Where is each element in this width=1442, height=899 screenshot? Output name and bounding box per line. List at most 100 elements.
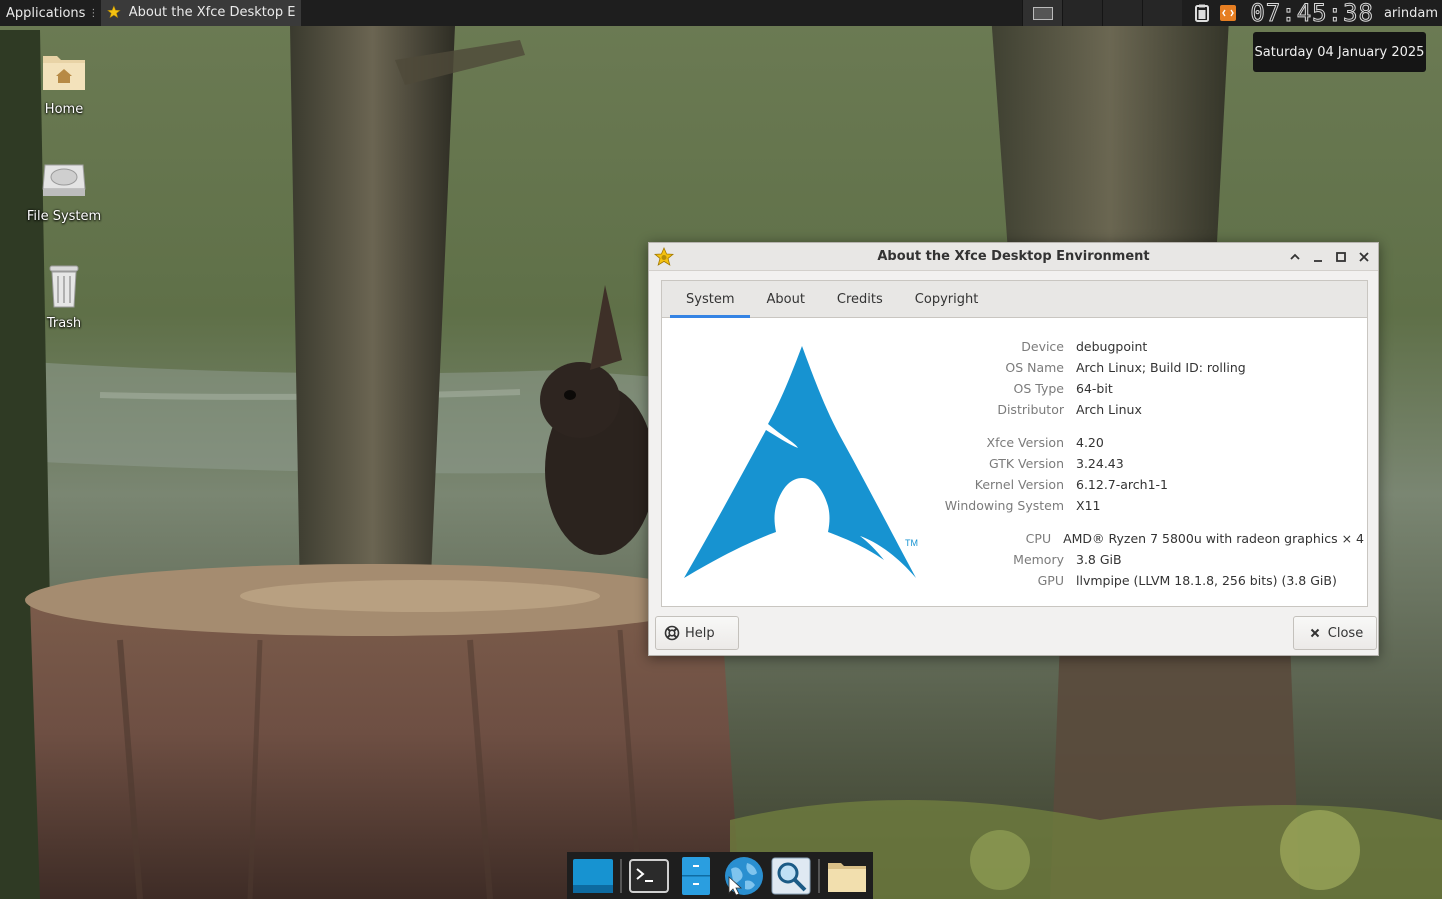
minimize-icon	[1313, 259, 1322, 262]
chevron-up-icon	[1289, 253, 1300, 260]
help-button-label: Help	[685, 625, 715, 641]
info-row-windowing-system: Windowing System X11	[944, 495, 1364, 516]
help-button[interactable]: Help	[655, 616, 739, 650]
about-xfce-dialog: About the Xfce Desktop Environment Syste…	[648, 242, 1379, 656]
applications-menu-button[interactable]: Applications ⋮	[0, 0, 101, 26]
close-icon	[1358, 251, 1369, 262]
info-row-gpu: GPU llvmpipe (LLVM 18.1.8, 256 bits) (3.…	[944, 570, 1364, 591]
info-row-distributor: Distributor Arch Linux	[944, 399, 1364, 420]
info-label: Memory	[1013, 552, 1064, 567]
lifebuoy-help-icon	[664, 625, 680, 641]
window-close-button[interactable]	[1355, 248, 1372, 265]
taskbar-window-title: About the Xfce Desktop Env...	[128, 4, 295, 20]
home-folder-icon	[43, 56, 85, 90]
info-value: debugpoint	[1076, 339, 1148, 354]
app-finder-icon	[771, 857, 811, 894]
dock-folder[interactable]	[826, 854, 869, 898]
info-label: CPU	[1025, 531, 1052, 546]
maximize-button[interactable]	[1332, 248, 1349, 265]
dialog-titlebar[interactable]: About the Xfce Desktop Environment	[649, 243, 1378, 271]
minimize-button[interactable]	[1309, 248, 1326, 265]
info-row-os-type: OS Type 64-bit	[944, 378, 1364, 399]
panel-handle-icon: ⋮	[88, 7, 99, 19]
star-icon	[107, 5, 121, 19]
shade-button[interactable]	[1286, 248, 1303, 265]
dock-app-finder[interactable]	[769, 854, 812, 898]
bottom-dock	[567, 852, 873, 899]
info-row-device: Device debugpoint	[944, 336, 1364, 357]
info-value: AMD® Ryzen 7 5800u with radeon graphics …	[1063, 531, 1364, 546]
info-value: 3.24.43	[1076, 456, 1124, 471]
info-row-xfce-version: Xfce Version 4.20	[944, 432, 1364, 453]
info-label: OS Type	[1013, 381, 1064, 396]
window-controls	[1286, 248, 1372, 265]
workspace-4[interactable]	[1142, 0, 1183, 26]
desktop-icon-label: Home	[44, 102, 84, 117]
close-button[interactable]: Close	[1293, 616, 1377, 650]
arch-linux-logo-icon: TM	[684, 346, 918, 578]
close-button-label: Close	[1327, 625, 1364, 641]
top-panel: Applications ⋮ About the Xfce Desktop En…	[0, 0, 1442, 27]
trademark-label: TM	[905, 538, 918, 548]
info-row-kernel-version: Kernel Version 6.12.7-arch1-1	[944, 474, 1364, 495]
desktop-icon-filesystem[interactable]: File System	[14, 155, 114, 224]
desktop-icon-trash[interactable]: Trash	[14, 262, 114, 331]
hard-drive-icon	[42, 164, 86, 196]
web-browser-icon	[724, 856, 763, 895]
info-row-os-name: OS Name Arch Linux; Build ID: rolling	[944, 357, 1364, 378]
info-value: Arch Linux; Build ID: rolling	[1076, 360, 1246, 375]
workspace-3[interactable]	[1102, 0, 1143, 26]
system-info-list: Device debugpoint OS Name Arch Linux; Bu…	[944, 336, 1364, 591]
desktop-icon-home[interactable]: Home	[14, 48, 114, 117]
dock-show-desktop[interactable]	[571, 854, 614, 898]
tab-credits[interactable]: Credits	[821, 281, 899, 317]
user-menu-button[interactable]: arindam	[1380, 6, 1442, 21]
workspace-window-thumbnail	[1032, 6, 1053, 20]
info-value: 3.8 GiB	[1076, 552, 1122, 567]
dock-web-browser[interactable]	[722, 854, 765, 898]
notification-icon[interactable]	[1218, 3, 1238, 23]
dialog-title: About the Xfce Desktop Environment	[877, 249, 1150, 264]
info-value: 6.12.7-arch1-1	[1076, 477, 1169, 492]
tab-system[interactable]: System	[670, 281, 751, 318]
info-value: llvmpipe (LLVM 18.1.8, 256 bits) (3.8 Gi…	[1076, 573, 1337, 588]
system-tray	[1182, 0, 1244, 26]
info-label: Device	[1021, 339, 1064, 354]
tab-about[interactable]: About	[750, 281, 820, 317]
clipboard-icon[interactable]	[1192, 3, 1212, 23]
dock-separator	[818, 858, 820, 893]
info-label: Windowing System	[944, 498, 1064, 513]
desktop-icon-label: File System	[26, 209, 102, 224]
about-notebook: System About Credits Copyright TM Device…	[661, 280, 1368, 607]
trash-icon	[49, 265, 79, 308]
applications-label: Applications	[6, 5, 86, 21]
info-label: Kernel Version	[974, 477, 1064, 492]
taskbar-window-button[interactable]: About the Xfce Desktop Env...	[101, 0, 301, 26]
system-tab-page: TM Device debugpoint OS Name Arch Linux;…	[662, 318, 1367, 606]
workspace-2[interactable]	[1062, 0, 1103, 26]
close-icon	[1310, 628, 1319, 638]
panel-clock[interactable]: 07:45:38	[1244, 0, 1380, 27]
dock-terminal[interactable]	[628, 854, 671, 898]
info-value: 4.20	[1076, 435, 1104, 450]
maximize-icon	[1335, 251, 1346, 262]
workspace-1[interactable]	[1022, 0, 1063, 26]
show-desktop-icon	[572, 858, 613, 893]
info-label: OS Name	[1005, 360, 1064, 375]
tab-copyright[interactable]: Copyright	[899, 281, 995, 317]
info-value: Arch Linux	[1076, 402, 1142, 417]
desktop-icon-label: Trash	[46, 316, 82, 331]
star-icon	[654, 247, 674, 266]
info-label: GPU	[1037, 573, 1064, 588]
info-label: Distributor	[997, 402, 1064, 417]
tab-bar: System About Credits Copyright	[662, 281, 1367, 318]
clock-tooltip: Saturday 04 January 2025	[1253, 32, 1426, 72]
info-label: Xfce Version	[986, 435, 1064, 450]
terminal-icon	[629, 858, 670, 893]
workspace-switcher	[1022, 0, 1183, 26]
dock-file-manager[interactable]	[675, 854, 718, 898]
info-value: X11	[1076, 498, 1101, 513]
info-value: 64-bit	[1076, 381, 1113, 396]
info-row-gtk-version: GTK Version 3.24.43	[944, 453, 1364, 474]
